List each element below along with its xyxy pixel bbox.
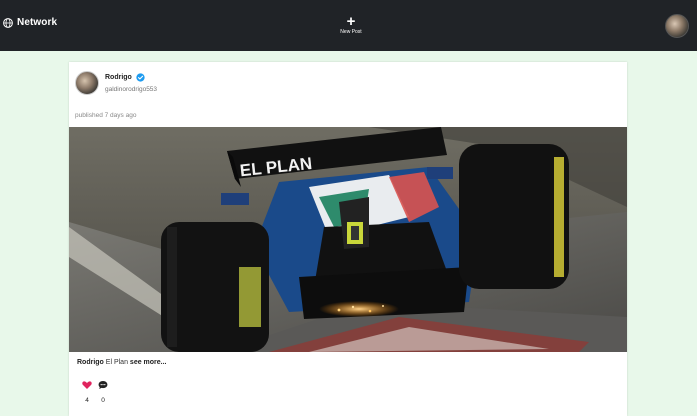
author-avatar[interactable]	[75, 71, 99, 95]
top-navbar: Network + New Post	[0, 0, 697, 51]
caption-text: El Plan	[105, 359, 128, 366]
post-caption: Rodrigo El Plan see more...	[77, 359, 167, 366]
heart-icon	[82, 381, 92, 389]
user-avatar[interactable]	[665, 14, 689, 38]
comment-icon	[98, 381, 108, 389]
globe-icon	[3, 17, 13, 28]
like-count: 4	[85, 397, 89, 404]
see-more-link[interactable]: see more...	[130, 359, 167, 366]
comment-button[interactable]: 0	[97, 380, 109, 404]
verified-badge-icon	[136, 73, 145, 82]
comment-count: 0	[101, 397, 105, 404]
post-image[interactable]: EL PLAN	[69, 127, 627, 352]
post-actions: 4 0	[81, 380, 109, 404]
brand-link[interactable]: Network	[3, 17, 57, 28]
author-name[interactable]: Rodrigo	[105, 74, 132, 81]
post-card: Rodrigo galdinorodrigo553 published 7 da…	[69, 62, 627, 416]
post-author: Rodrigo galdinorodrigo553	[75, 71, 157, 95]
author-handle: galdinorodrigo553	[105, 86, 158, 93]
like-button[interactable]: 4	[81, 380, 93, 404]
author-info: Rodrigo galdinorodrigo553	[105, 73, 157, 93]
formula-one-car-photo: EL PLAN	[69, 127, 627, 352]
app-root: Network + New Post Rodrigo galdinorodrig…	[0, 0, 697, 416]
new-post-button[interactable]: + New Post	[336, 13, 366, 35]
caption-username[interactable]: Rodrigo	[77, 359, 104, 366]
plus-icon: +	[346, 13, 356, 30]
new-post-label: New Post	[340, 29, 362, 35]
author-name-row: Rodrigo	[105, 73, 157, 82]
brand-name: Network	[17, 17, 58, 28]
published-time: published 7 days ago	[75, 112, 137, 119]
